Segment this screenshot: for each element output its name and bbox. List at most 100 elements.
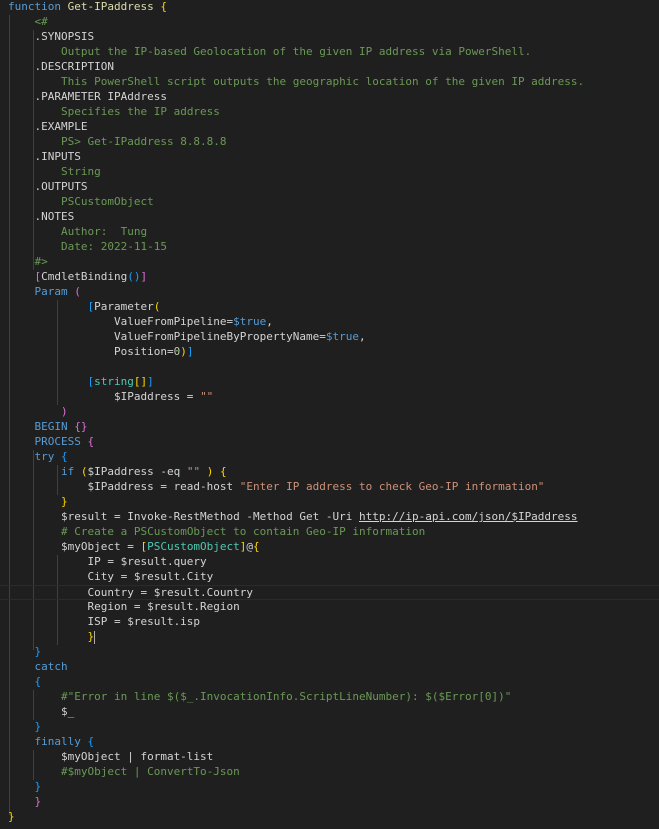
code-line[interactable]: [Parameter( xyxy=(8,299,160,314)
code-token: .PARAMETER IPAddress xyxy=(34,90,167,103)
code-line[interactable]: Specifies the IP address xyxy=(8,104,220,119)
code-token: Date: 2022-11-15 xyxy=(60,240,167,253)
code-line[interactable]: .EXAMPLE xyxy=(8,119,88,134)
code-line[interactable]: } xyxy=(8,779,42,794)
code-line[interactable]: { xyxy=(8,674,42,689)
code-token: {} xyxy=(74,420,88,433)
code-line[interactable]: } xyxy=(8,794,42,809)
code-token: Param xyxy=(34,285,68,298)
code-token: } xyxy=(34,645,42,658)
code-line[interactable]: City = $result.City xyxy=(8,569,213,584)
code-token: PROCESS xyxy=(34,435,81,448)
code-token: ] xyxy=(147,375,154,388)
code-token: ] xyxy=(186,345,194,358)
code-token: { xyxy=(61,450,68,463)
code-line[interactable]: catch xyxy=(8,659,68,674)
code-line[interactable]: .NOTES xyxy=(8,209,75,224)
code-token: ) xyxy=(180,345,187,358)
code-line[interactable]: $IPaddress = "" xyxy=(8,389,213,404)
code-token: This PowerShell script outputs the geogr… xyxy=(60,75,585,88)
code-token: Get-IPaddress xyxy=(67,0,154,13)
code-token: $_ xyxy=(8,705,75,718)
code-line[interactable]: IP = $result.query xyxy=(8,554,206,569)
code-line[interactable]: <# xyxy=(8,14,48,29)
code-line[interactable]: .PARAMETER IPAddress xyxy=(8,89,167,104)
code-token: Country = $result.Country xyxy=(8,586,254,599)
code-token: PSCustomObject xyxy=(60,195,154,208)
code-line[interactable]: if ($IPaddress -eq "" ) { xyxy=(8,464,227,479)
code-line[interactable]: $myObject = [PSCustomObject]@{ xyxy=(8,539,260,554)
code-line[interactable]: #"Error in line $($_.InvocationInfo.Scri… xyxy=(8,689,511,704)
code-line[interactable]: ) xyxy=(8,404,68,419)
code-token: $IPaddress = read-host xyxy=(8,480,240,493)
code-token: PSCustomObject xyxy=(147,540,240,553)
code-line[interactable]: [CmdletBinding()] xyxy=(8,269,148,284)
code-token: $result = Invoke-RestMethod -Method Get … xyxy=(8,510,359,523)
code-line[interactable]: PROCESS { xyxy=(8,434,95,449)
code-token: Position= xyxy=(8,345,174,358)
code-line[interactable]: .OUTPUTS xyxy=(8,179,88,194)
code-line[interactable]: #$myObject | ConvertTo-Json xyxy=(8,764,240,779)
code-line[interactable]: } xyxy=(8,644,42,659)
code-line[interactable]: Param ( xyxy=(8,284,81,299)
code-line[interactable]: Author: Tung xyxy=(8,224,147,239)
code-line[interactable]: .INPUTS xyxy=(8,149,81,164)
code-token: $myObject = xyxy=(8,540,141,553)
code-line[interactable]: PS> Get-IPaddress 8.8.8.8 xyxy=(8,134,227,149)
code-line[interactable]: } xyxy=(8,629,96,644)
code-token: if xyxy=(60,465,75,478)
code-line[interactable]: [string[]] xyxy=(8,374,154,389)
code-line[interactable]: $result = Invoke-RestMethod -Method Get … xyxy=(8,509,578,524)
code-line[interactable]: This PowerShell script outputs the geogr… xyxy=(8,74,584,89)
code-line[interactable]: .DESCRIPTION xyxy=(8,59,114,74)
code-line[interactable]: #> xyxy=(8,254,48,269)
code-token: { xyxy=(87,435,95,448)
code-line[interactable]: Position=0)] xyxy=(8,344,194,359)
code-token: function xyxy=(8,0,61,13)
code-line[interactable]: try { xyxy=(8,449,68,464)
code-line[interactable]: $_ xyxy=(8,704,74,719)
code-line[interactable]: $myObject | format-list xyxy=(8,749,213,764)
code-token: { xyxy=(160,0,167,13)
code-line[interactable]: # Create a PSCustomObject to contain Geo… xyxy=(8,524,425,539)
code-line[interactable]: ValueFromPipelineByPropertyName=$true, xyxy=(8,329,366,344)
code-line[interactable]: } xyxy=(8,719,42,734)
code-token: City = $result.City xyxy=(8,570,214,583)
code-token: { xyxy=(34,675,42,688)
code-line[interactable]: ValueFromPipeline=$true, xyxy=(8,314,273,329)
code-line[interactable]: } xyxy=(8,494,68,509)
code-token: #"Error in line $($_.InvocationInfo.Scri… xyxy=(60,690,512,703)
code-line[interactable]: String xyxy=(8,164,101,179)
code-line[interactable]: BEGIN {} xyxy=(8,419,88,434)
code-token: #$myObject | ConvertTo-Json xyxy=(60,765,240,778)
code-token: ISP = $result.isp xyxy=(8,615,201,628)
code-line[interactable]: Output the IP-based Geolocation of the g… xyxy=(8,44,531,59)
code-line[interactable]: ISP = $result.isp xyxy=(8,614,200,629)
code-line[interactable]: Region = $result.Region xyxy=(8,599,239,614)
code-line[interactable]: Country = $result.Country xyxy=(0,585,659,600)
code-editor[interactable]: function Get-IPaddress { <# .SYNOPSIS Ou… xyxy=(0,0,659,829)
code-line[interactable]: .SYNOPSIS xyxy=(8,29,95,44)
code-line[interactable]: PSCustomObject xyxy=(8,194,154,209)
code-line[interactable]: finally { xyxy=(8,734,95,749)
code-line[interactable]: $IPaddress = read-host "Enter IP address… xyxy=(8,479,544,494)
code-line[interactable]: function Get-IPaddress { xyxy=(8,0,167,14)
code-line[interactable]: } xyxy=(8,809,15,824)
code-token: $IPaddress -eq xyxy=(87,465,187,478)
code-line[interactable]: Date: 2022-11-15 xyxy=(8,239,167,254)
code-token: Parameter xyxy=(94,300,154,313)
